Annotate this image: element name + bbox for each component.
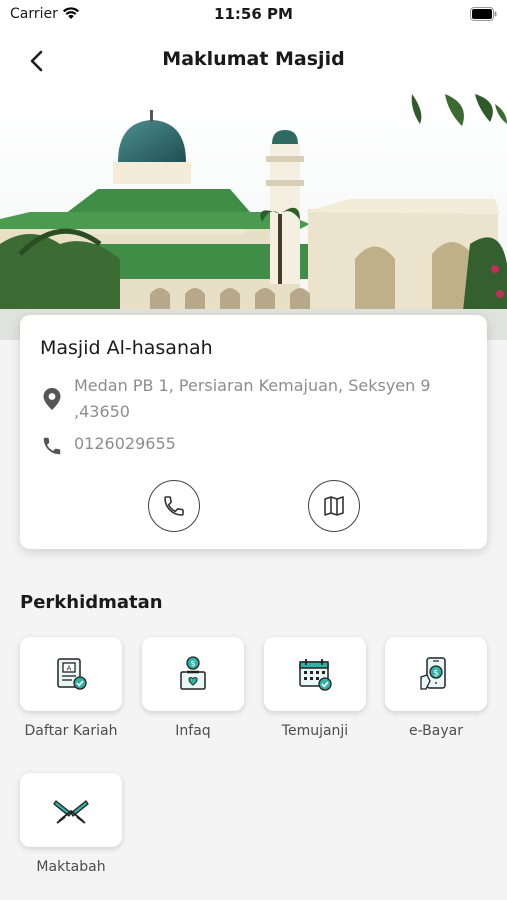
phone-icon [40, 434, 64, 458]
svg-text:$: $ [190, 659, 195, 668]
calendar-check-icon [299, 659, 332, 691]
call-button[interactable] [148, 480, 200, 532]
service-maktabah[interactable]: Maktabah [20, 773, 124, 875]
services-title: Perkhidmatan [20, 592, 163, 613]
mosque-info-card: Masjid Al-hasanah Medan PB 1, Persiaran … [20, 315, 487, 549]
service-tile[interactable] [20, 773, 122, 847]
service-tile[interactable]: $ [385, 637, 487, 711]
service-tile[interactable]: A [20, 637, 122, 711]
mosque-name: Masjid Al-hasanah [40, 337, 213, 359]
service-tile[interactable]: $ [142, 637, 244, 711]
svg-text:$: $ [433, 669, 439, 679]
battery-icon [470, 6, 497, 21]
svg-text:A: A [67, 665, 72, 673]
clock: 11:56 PM [214, 5, 293, 23]
service-tile[interactable] [264, 637, 366, 711]
quran-book-icon [53, 800, 89, 824]
phone-number: 0126029655 [74, 434, 176, 453]
service-infaq[interactable]: $ Infaq [142, 637, 246, 739]
address-text: Medan PB 1, Persiaran Kemajuan, Seksyen … [74, 376, 431, 421]
service-label: Infaq [175, 723, 211, 739]
map-button[interactable] [308, 480, 360, 532]
donation-box-icon: $ [180, 656, 206, 690]
service-label: Temujanji [281, 723, 349, 739]
phone-outline-icon [164, 496, 184, 516]
service-temujanji[interactable]: Temujanji [264, 637, 368, 739]
service-label: e-Bayar [409, 723, 463, 739]
service-label: Daftar Kariah [24, 723, 118, 739]
mobile-payment-icon: $ [420, 657, 446, 690]
status-bar: Carrier 11:56 PM [0, 0, 507, 28]
nav-bar: Maklumat Masjid [0, 28, 507, 94]
location-pin-icon [40, 387, 64, 411]
map-icon [324, 496, 344, 516]
service-label: Maktabah [36, 859, 106, 875]
service-e-bayar[interactable]: $ e-Bayar [385, 637, 489, 739]
mosque-photo [0, 94, 507, 340]
service-daftar-kariah[interactable]: A Daftar Kariah [20, 637, 124, 739]
registration-form-icon: A [57, 658, 87, 690]
page-title: Maklumat Masjid [162, 48, 345, 70]
